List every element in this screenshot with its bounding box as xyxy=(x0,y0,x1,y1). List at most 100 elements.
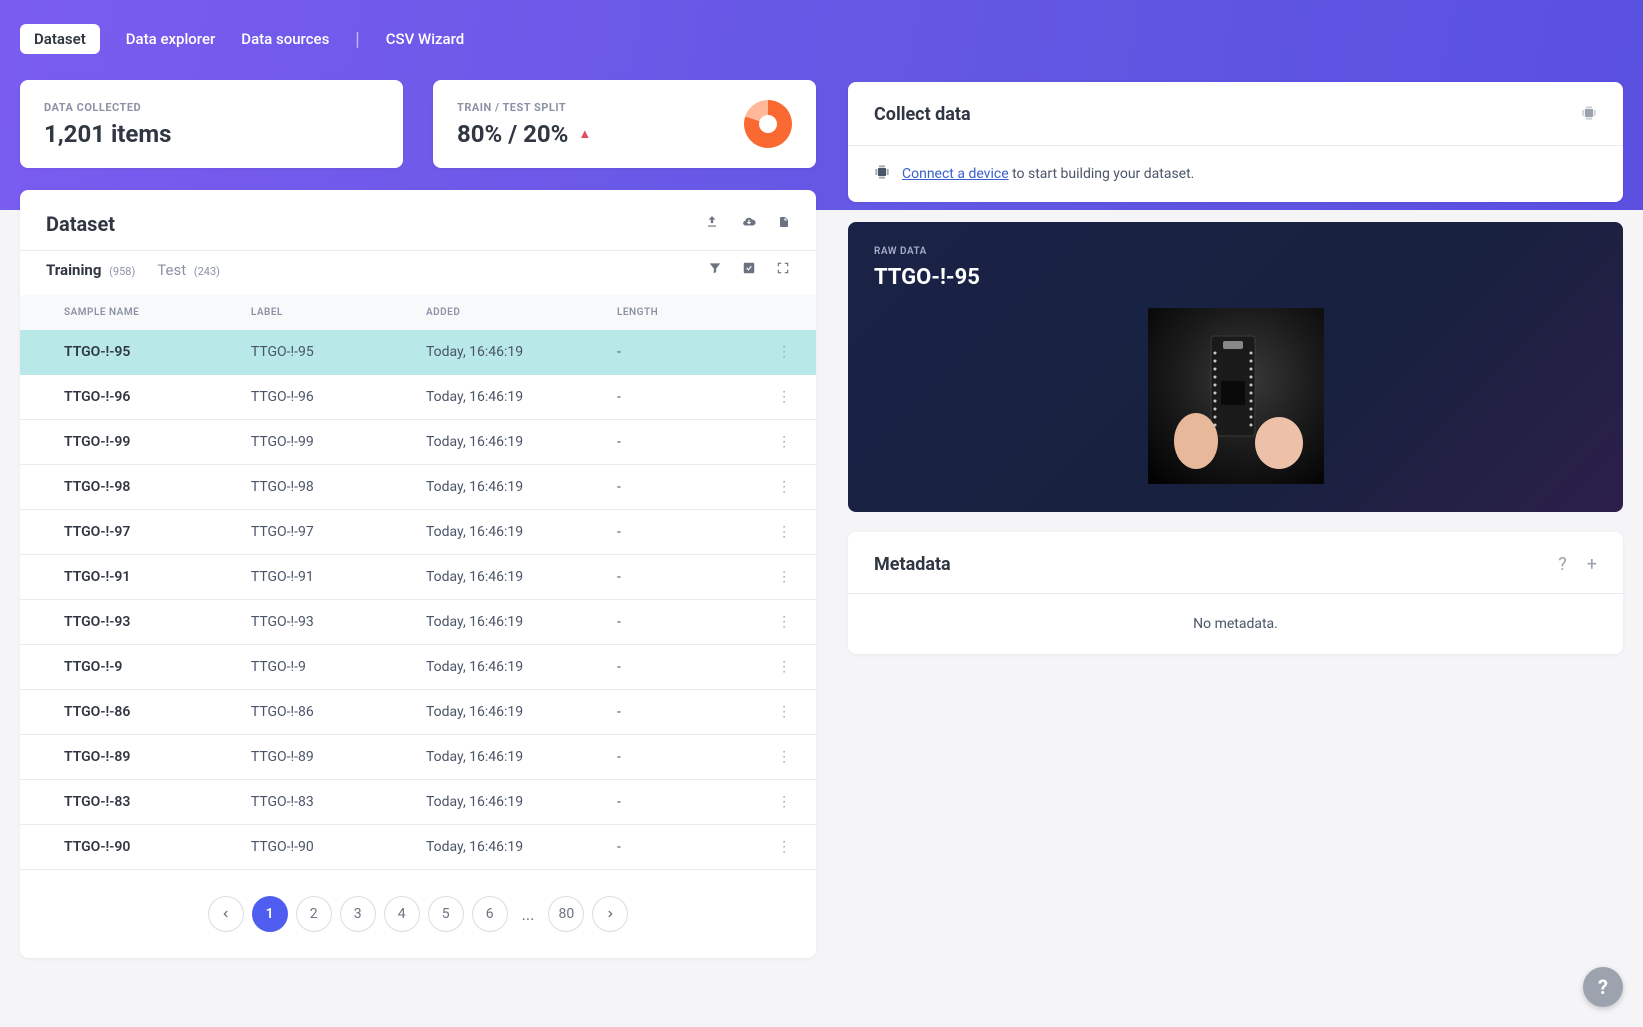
table-row[interactable]: TTGO-!-95TTGO-!-95Today, 16:46:19-⋮ xyxy=(20,330,816,375)
stat-collected-value: 1,201 items xyxy=(44,120,172,148)
row-menu-icon[interactable]: ⋮ xyxy=(752,780,816,825)
table-row[interactable]: TTGO-!-83TTGO-!-83Today, 16:46:19-⋮ xyxy=(20,780,816,825)
cell-added: Today, 16:46:19 xyxy=(418,330,609,375)
device-icon[interactable] xyxy=(1581,105,1597,125)
table-row[interactable]: TTGO-!-99TTGO-!-99Today, 16:46:19-⋮ xyxy=(20,420,816,465)
cell-label: TTGO-!-90 xyxy=(243,825,418,870)
metadata-card: Metadata ? + No metadata. xyxy=(848,532,1623,654)
help-fab[interactable]: ? xyxy=(1583,967,1623,1007)
table-row[interactable]: TTGO-!-98TTGO-!-98Today, 16:46:19-⋮ xyxy=(20,465,816,510)
stat-card-split: TRAIN / TEST SPLIT 80% / 20% ▲ xyxy=(433,80,816,168)
row-menu-icon[interactable]: ⋮ xyxy=(752,645,816,690)
cell-length: - xyxy=(609,780,752,825)
cell-added: Today, 16:46:19 xyxy=(418,690,609,735)
warning-icon[interactable]: ▲ xyxy=(578,126,591,142)
page-1[interactable]: 1 xyxy=(252,896,288,932)
row-menu-icon[interactable]: ⋮ xyxy=(752,375,816,420)
cell-sample-name: TTGO-!-89 xyxy=(20,735,243,780)
table-row[interactable]: TTGO-!-9TTGO-!-9Today, 16:46:19-⋮ xyxy=(20,645,816,690)
dataset-panel-title: Dataset xyxy=(46,212,115,236)
col-length: LENGTH xyxy=(609,295,752,330)
stat-card-collected: DATA COLLECTED 1,201 items xyxy=(20,80,403,168)
expand-icon[interactable] xyxy=(776,261,790,279)
cell-sample-name: TTGO-!-93 xyxy=(20,600,243,645)
page-prev[interactable] xyxy=(208,896,244,932)
cell-added: Today, 16:46:19 xyxy=(418,780,609,825)
connect-suffix: to start building your dataset. xyxy=(1009,166,1195,182)
collect-data-card: Collect data Connect a device to start b… xyxy=(848,82,1623,202)
cell-added: Today, 16:46:19 xyxy=(418,735,609,780)
cell-length: - xyxy=(609,735,752,780)
cell-sample-name: TTGO-!-99 xyxy=(20,420,243,465)
table-row[interactable]: TTGO-!-90TTGO-!-90Today, 16:46:19-⋮ xyxy=(20,825,816,870)
cell-length: - xyxy=(609,330,752,375)
metadata-help-icon[interactable]: ? xyxy=(1558,554,1567,575)
metadata-add-icon[interactable]: + xyxy=(1587,554,1597,575)
cell-label: TTGO-!-99 xyxy=(243,420,418,465)
tab-csv-wizard[interactable]: CSV Wizard xyxy=(386,30,465,48)
row-menu-icon[interactable]: ⋮ xyxy=(752,600,816,645)
row-menu-icon[interactable]: ⋮ xyxy=(752,555,816,600)
page-2[interactable]: 2 xyxy=(296,896,332,932)
cell-length: - xyxy=(609,645,752,690)
cell-sample-name: TTGO-!-91 xyxy=(20,555,243,600)
row-menu-icon[interactable]: ⋮ xyxy=(752,825,816,870)
cell-added: Today, 16:46:19 xyxy=(418,465,609,510)
split-donut-chart xyxy=(744,100,792,148)
cell-length: - xyxy=(609,825,752,870)
table-row[interactable]: TTGO-!-86TTGO-!-86Today, 16:46:19-⋮ xyxy=(20,690,816,735)
cell-label: TTGO-!-96 xyxy=(243,375,418,420)
col-added: ADDED xyxy=(418,295,609,330)
subtab-test[interactable]: Test (243) xyxy=(157,261,220,279)
cell-sample-name: TTGO-!-86 xyxy=(20,690,243,735)
select-all-icon[interactable] xyxy=(742,261,756,279)
sample-image xyxy=(1148,308,1324,484)
subtab-test-count: (243) xyxy=(194,265,220,278)
cell-length: - xyxy=(609,600,752,645)
cloud-download-icon[interactable] xyxy=(740,215,758,233)
table-row[interactable]: TTGO-!-97TTGO-!-97Today, 16:46:19-⋮ xyxy=(20,510,816,555)
tab-data-explorer[interactable]: Data explorer xyxy=(126,30,216,48)
connect-device-link[interactable]: Connect a device xyxy=(902,166,1009,182)
upload-icon[interactable] xyxy=(704,215,720,233)
row-menu-icon[interactable]: ⋮ xyxy=(752,510,816,555)
subtab-training[interactable]: Training (958) xyxy=(46,261,135,279)
cell-sample-name: TTGO-!-96 xyxy=(20,375,243,420)
stat-collected-label: DATA COLLECTED xyxy=(44,101,172,114)
cell-label: TTGO-!-97 xyxy=(243,510,418,555)
page-next[interactable] xyxy=(592,896,628,932)
table-row[interactable]: TTGO-!-91TTGO-!-91Today, 16:46:19-⋮ xyxy=(20,555,816,600)
cell-length: - xyxy=(609,510,752,555)
collect-title: Collect data xyxy=(874,104,971,125)
dataset-panel: Dataset Training ( xyxy=(20,190,816,958)
table-row[interactable]: TTGO-!-89TTGO-!-89Today, 16:46:19-⋮ xyxy=(20,735,816,780)
stat-split-value: 80% / 20% xyxy=(457,120,568,148)
raw-title: TTGO-!-95 xyxy=(874,265,1597,290)
raw-heading: RAW DATA xyxy=(874,246,1597,257)
chip-icon xyxy=(874,164,890,184)
raw-data-card: RAW DATA TTGO-!-95 xyxy=(848,222,1623,512)
table-row[interactable]: TTGO-!-96TTGO-!-96Today, 16:46:19-⋮ xyxy=(20,375,816,420)
samples-table: SAMPLE NAME LABEL ADDED LENGTH TTGO-!-95… xyxy=(20,295,816,870)
row-menu-icon[interactable]: ⋮ xyxy=(752,420,816,465)
row-menu-icon[interactable]: ⋮ xyxy=(752,735,816,780)
stat-split-label: TRAIN / TEST SPLIT xyxy=(457,101,591,114)
filter-icon[interactable] xyxy=(708,261,722,279)
file-icon[interactable] xyxy=(778,215,790,233)
row-menu-icon[interactable]: ⋮ xyxy=(752,330,816,375)
metadata-empty: No metadata. xyxy=(848,593,1623,654)
page-4[interactable]: 4 xyxy=(384,896,420,932)
row-menu-icon[interactable]: ⋮ xyxy=(752,690,816,735)
page-3[interactable]: 3 xyxy=(340,896,376,932)
page-last[interactable]: 80 xyxy=(548,896,584,932)
page-5[interactable]: 5 xyxy=(428,896,464,932)
cell-label: TTGO-!-93 xyxy=(243,600,418,645)
tab-data-sources[interactable]: Data sources xyxy=(241,30,329,48)
subtab-training-label: Training xyxy=(46,261,101,279)
cell-sample-name: TTGO-!-83 xyxy=(20,780,243,825)
tab-dataset[interactable]: Dataset xyxy=(20,24,100,54)
pagination: 123456 ... 80 xyxy=(20,870,816,958)
page-6[interactable]: 6 xyxy=(472,896,508,932)
row-menu-icon[interactable]: ⋮ xyxy=(752,465,816,510)
table-row[interactable]: TTGO-!-93TTGO-!-93Today, 16:46:19-⋮ xyxy=(20,600,816,645)
